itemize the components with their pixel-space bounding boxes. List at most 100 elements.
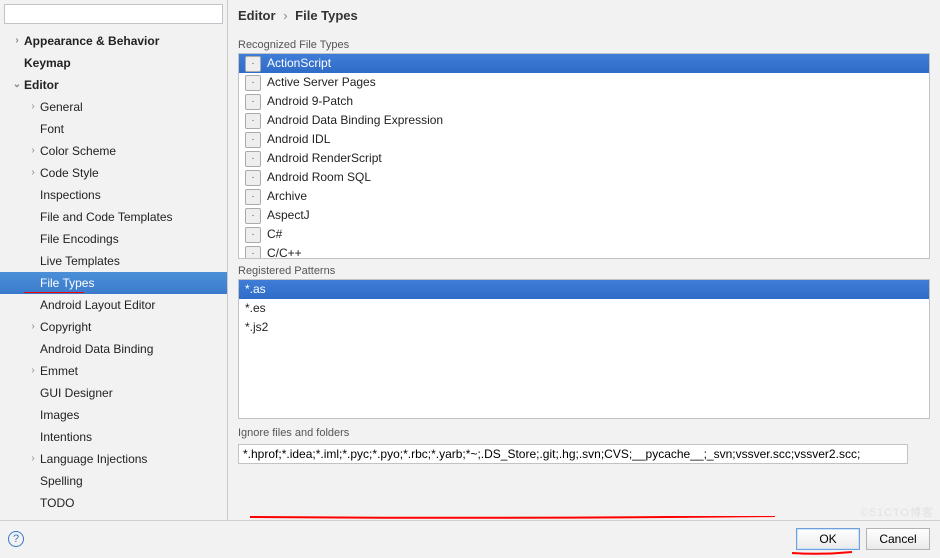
file-type-label: AspectJ bbox=[267, 207, 310, 224]
file-type-row[interactable]: ·C# bbox=[239, 225, 929, 244]
chevron-right-icon: › bbox=[279, 8, 291, 23]
registered-patterns-label: Registered Patterns bbox=[238, 265, 930, 277]
file-type-icon: · bbox=[245, 132, 261, 148]
settings-tree[interactable]: ›Appearance & BehaviorKeymap⌄Editor›Gene… bbox=[0, 28, 227, 520]
sidebar-item-live-templates[interactable]: Live Templates bbox=[0, 250, 227, 272]
recognized-file-types-label: Recognized File Types bbox=[238, 39, 930, 51]
file-type-icon: · bbox=[245, 56, 261, 72]
sidebar-item-file-types[interactable]: File Types bbox=[0, 272, 227, 294]
sidebar-item-todo[interactable]: TODO bbox=[0, 492, 227, 514]
sidebar-item-label: Keymap bbox=[24, 54, 71, 72]
file-type-icon: · bbox=[245, 170, 261, 186]
ok-button[interactable]: OK bbox=[796, 528, 860, 550]
sidebar-item-images[interactable]: Images bbox=[0, 404, 227, 426]
chevron-right-icon: › bbox=[28, 142, 38, 160]
sidebar-item-language-injections[interactable]: ›Language Injections bbox=[0, 448, 227, 470]
file-type-label: Android IDL bbox=[267, 131, 330, 148]
sidebar-item-label: Spelling bbox=[40, 472, 83, 490]
sidebar-item-emmet[interactable]: ›Emmet bbox=[0, 360, 227, 382]
sidebar-item-label: Inspections bbox=[40, 186, 101, 204]
file-type-label: Android RenderScript bbox=[267, 150, 382, 167]
file-type-row[interactable]: · Android Room SQL bbox=[239, 168, 929, 187]
file-type-row[interactable]: · Android RenderScript bbox=[239, 149, 929, 168]
file-type-label: C# bbox=[267, 226, 282, 243]
file-type-row[interactable]: · C/C++ bbox=[239, 244, 929, 259]
sidebar-item-file-encodings[interactable]: File Encodings bbox=[0, 228, 227, 250]
sidebar-item-gui-designer[interactable]: GUI Designer bbox=[0, 382, 227, 404]
sidebar-item-label: TODO bbox=[40, 494, 74, 512]
chevron-right-icon: › bbox=[12, 32, 22, 50]
file-type-label: Android Data Binding Expression bbox=[267, 112, 443, 129]
sidebar-item-label: Live Templates bbox=[40, 252, 120, 270]
file-type-icon: · bbox=[245, 75, 261, 91]
chevron-right-icon: › bbox=[28, 98, 38, 116]
sidebar-item-font[interactable]: Font bbox=[0, 118, 227, 140]
file-type-row[interactable]: · Android Data Binding Expression bbox=[239, 111, 929, 130]
pattern-row[interactable]: *.es bbox=[239, 299, 929, 318]
sidebar-item-label: Images bbox=[40, 406, 79, 424]
pattern-row[interactable]: *.as bbox=[239, 280, 929, 299]
chevron-right-icon: › bbox=[28, 450, 38, 468]
sidebar-item-label: Language Injections bbox=[40, 450, 147, 468]
file-type-row[interactable]: · AspectJ bbox=[239, 206, 929, 225]
sidebar-item-label: Color Scheme bbox=[40, 142, 116, 160]
pattern-row[interactable]: *.js2 bbox=[239, 318, 929, 337]
sidebar-item-label: Emmet bbox=[40, 362, 78, 380]
breadcrumb-leaf: File Types bbox=[295, 8, 358, 23]
file-type-icon: · bbox=[245, 246, 261, 260]
file-type-row[interactable]: · Active Server Pages bbox=[239, 73, 929, 92]
sidebar-item-label: Appearance & Behavior bbox=[24, 32, 159, 50]
sidebar-item-editor[interactable]: ⌄Editor bbox=[0, 74, 227, 96]
sidebar-item-label: Android Data Binding bbox=[40, 340, 153, 358]
file-type-label: C/C++ bbox=[267, 245, 302, 259]
ignore-label: Ignore files and folders bbox=[238, 427, 930, 439]
pattern-label: *.as bbox=[245, 281, 266, 298]
sidebar-item-code-style[interactable]: ›Code Style bbox=[0, 162, 227, 184]
registered-patterns-list[interactable]: *.as *.es*.js2 bbox=[238, 279, 930, 419]
sidebar-item-spelling[interactable]: Spelling bbox=[0, 470, 227, 492]
file-type-row[interactable]: · Android IDL bbox=[239, 130, 929, 149]
file-type-row[interactable]: ·Archive bbox=[239, 187, 929, 206]
watermark-text: ©51CTO博客 bbox=[861, 504, 934, 520]
file-type-label: Android Room SQL bbox=[267, 169, 371, 186]
recognized-file-types-list[interactable]: ·ActionScript·Active Server Pages·Androi… bbox=[238, 53, 930, 259]
sidebar-item-appearance-behavior[interactable]: ›Appearance & Behavior bbox=[0, 30, 227, 52]
sidebar-item-label: File Encodings bbox=[40, 230, 119, 248]
breadcrumb-root: Editor bbox=[238, 8, 276, 23]
help-icon[interactable]: ? bbox=[8, 531, 24, 547]
file-type-label: Active Server Pages bbox=[267, 74, 376, 91]
sidebar-item-color-scheme[interactable]: ›Color Scheme bbox=[0, 140, 227, 162]
breadcrumb: Editor › File Types bbox=[238, 8, 930, 23]
sidebar-item-label: Intentions bbox=[40, 428, 92, 446]
file-type-icon: · bbox=[245, 151, 261, 167]
chevron-right-icon: › bbox=[28, 318, 38, 336]
cancel-button[interactable]: Cancel bbox=[866, 528, 930, 550]
sidebar-item-file-and-code-templates[interactable]: File and Code Templates bbox=[0, 206, 227, 228]
sidebar-item-copyright[interactable]: ›Copyright bbox=[0, 316, 227, 338]
sidebar-item-keymap[interactable]: Keymap bbox=[0, 52, 227, 74]
file-type-row[interactable]: · Android 9-Patch bbox=[239, 92, 929, 111]
sidebar-item-general[interactable]: ›General bbox=[0, 96, 227, 118]
sidebar-item-android-data-binding[interactable]: Android Data Binding bbox=[0, 338, 227, 360]
sidebar-item-inspections[interactable]: Inspections bbox=[0, 184, 227, 206]
sidebar-item-label: GUI Designer bbox=[40, 384, 113, 402]
search-input[interactable] bbox=[4, 4, 223, 24]
file-type-row[interactable]: ·ActionScript bbox=[239, 54, 929, 73]
sidebar-item-label: General bbox=[40, 98, 83, 116]
chevron-right-icon: › bbox=[28, 164, 38, 182]
sidebar-item-label: Android Layout Editor bbox=[40, 296, 155, 314]
sidebar-item-android-layout-editor[interactable]: Android Layout Editor bbox=[0, 294, 227, 316]
ignore-files-input[interactable] bbox=[238, 444, 908, 464]
file-type-label: Android 9-Patch bbox=[267, 93, 353, 110]
pattern-label: *.es bbox=[245, 300, 266, 317]
sidebar-item-label: Font bbox=[40, 120, 64, 138]
sidebar-item-label: File and Code Templates bbox=[40, 208, 173, 226]
chevron-down-icon: ⌄ bbox=[12, 76, 22, 94]
sidebar-item-label: Code Style bbox=[40, 164, 99, 182]
file-type-icon: · bbox=[245, 94, 261, 110]
file-type-icon: · bbox=[245, 113, 261, 129]
settings-sidebar: ›Appearance & BehaviorKeymap⌄Editor›Gene… bbox=[0, 0, 228, 520]
sidebar-item-label: Editor bbox=[24, 76, 59, 94]
file-type-icon: · bbox=[245, 208, 261, 224]
sidebar-item-intentions[interactable]: Intentions bbox=[0, 426, 227, 448]
